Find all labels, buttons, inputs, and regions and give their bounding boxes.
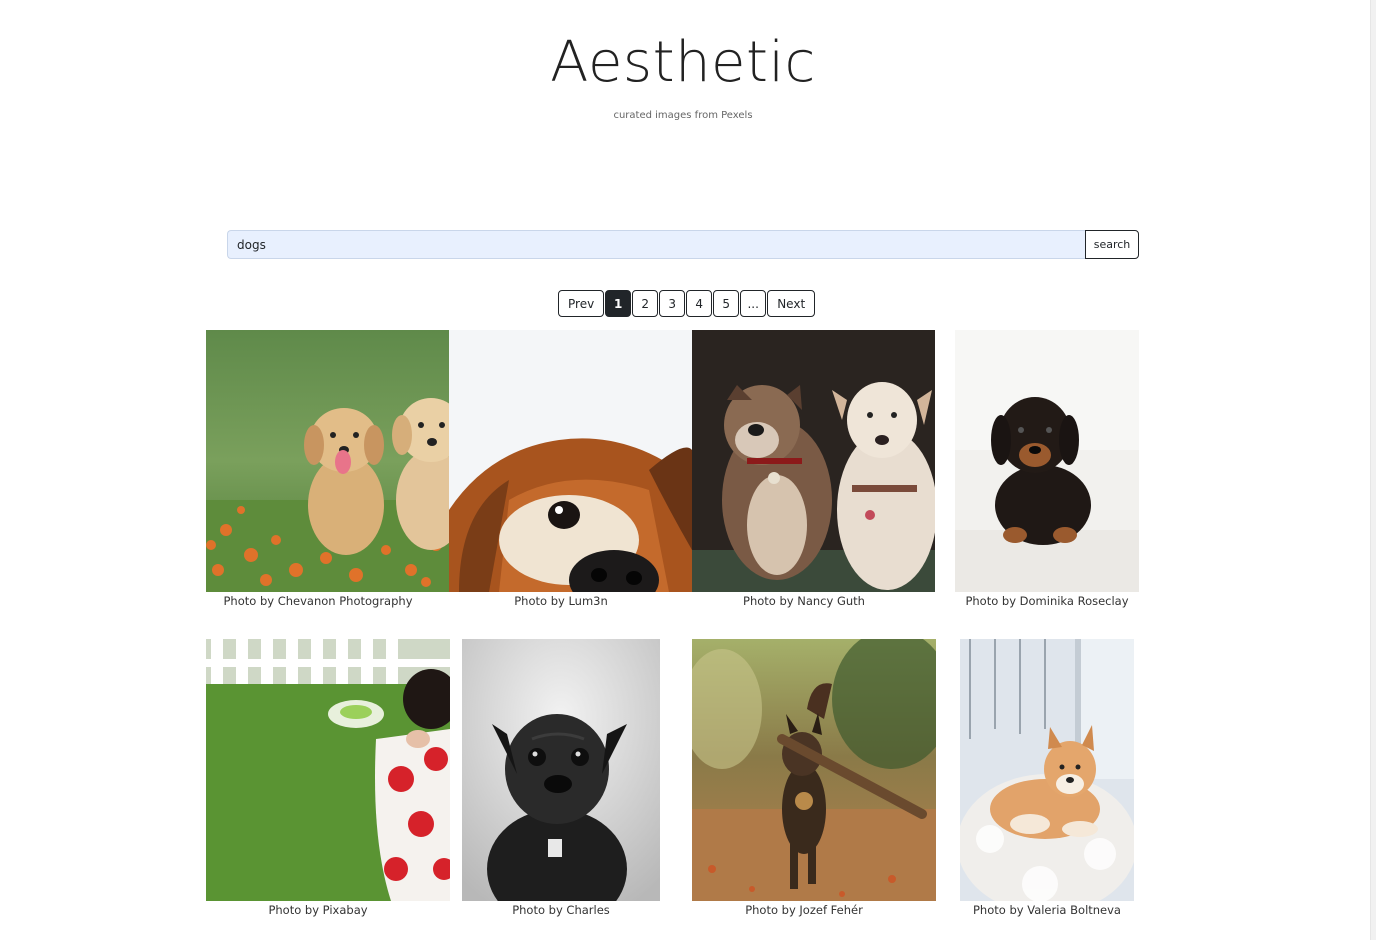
photo-golden-puppies[interactable]	[206, 330, 449, 592]
search-button[interactable]: search	[1085, 230, 1139, 259]
site-title: Aesthetic	[550, 30, 816, 95]
photo-caption: Photo by Valeria Boltneva	[973, 903, 1121, 917]
photo-caption: Photo by Pixabay	[268, 903, 368, 917]
next-page-button[interactable]: Next	[767, 290, 816, 317]
photo-card[interactable]: Photo by Dominika Roseclay	[955, 330, 1139, 612]
page: Aesthetic curated images from Pexels sea…	[0, 0, 1376, 940]
photo-caption: Photo by Lum3n	[514, 594, 608, 608]
photo-card[interactable]: Photo by Pixabay	[206, 639, 450, 921]
page-button-5[interactable]: 5	[713, 290, 740, 317]
page-button-2[interactable]: 2	[632, 290, 659, 317]
page-button-3[interactable]: 3	[659, 290, 686, 317]
photo-dachshund-puppy[interactable]	[955, 330, 1139, 592]
photo-card[interactable]: Photo by Jozef Fehér	[692, 639, 936, 921]
photo-shiba-puppy[interactable]	[960, 639, 1134, 901]
photo-card[interactable]: Photo by Chevanon Photography	[206, 330, 449, 612]
photo-black-pug[interactable]	[462, 639, 660, 901]
photo-boxer-dogs[interactable]	[692, 330, 935, 592]
page-button-1[interactable]: 1	[605, 290, 632, 317]
search-input[interactable]	[227, 230, 1085, 259]
photo-card[interactable]: Photo by Charles	[462, 639, 660, 921]
photo-card[interactable]: Photo by Nancy Guth	[692, 330, 935, 612]
photo-puppy-in-cup[interactable]	[206, 639, 450, 901]
prev-page-button[interactable]: Prev	[558, 290, 605, 317]
pagination: Prev 1 2 3 4 5 ... Next	[558, 290, 816, 317]
site-subtitle: curated images from Pexels	[613, 110, 753, 121]
photo-caption: Photo by Chevanon Photography	[223, 594, 413, 608]
scrollbar[interactable]	[1370, 0, 1376, 940]
photo-caption: Photo by Dominika Roseclay	[965, 594, 1129, 608]
photo-caption: Photo by Charles	[512, 903, 610, 917]
photo-card[interactable]: Photo by Lum3n	[449, 330, 692, 612]
photo-dog-nose[interactable]	[449, 330, 692, 592]
photo-caption: Photo by Jozef Fehér	[745, 903, 863, 917]
page-button-4[interactable]: 4	[686, 290, 713, 317]
photo-card[interactable]: Photo by Valeria Boltneva	[960, 639, 1134, 921]
ellipsis-page-button[interactable]: ...	[740, 290, 767, 317]
photo-dog-with-stick[interactable]	[692, 639, 936, 901]
photo-caption: Photo by Nancy Guth	[743, 594, 865, 608]
search-form: search	[227, 230, 1139, 259]
